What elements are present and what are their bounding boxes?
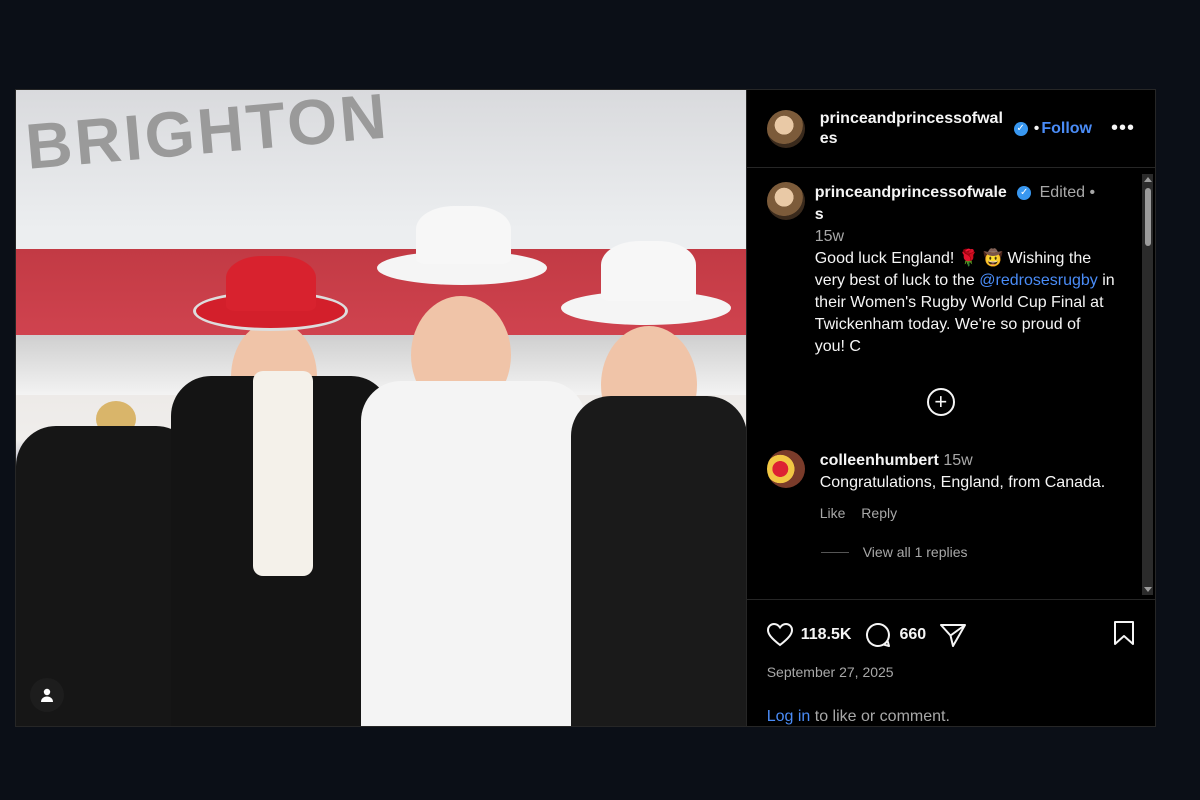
header-username[interactable]: princeandprincessofwales <box>820 110 1003 147</box>
caption-avatar[interactable] <box>766 182 805 220</box>
verified-badge-icon: ✓ <box>1013 121 1028 136</box>
scrollbar-thumb[interactable] <box>1145 188 1151 246</box>
comments-count: 660 <box>899 626 927 643</box>
avatar[interactable] <box>766 109 805 148</box>
post-header: princeandprincessofwales ✓ • Follow ••• <box>746 90 1155 168</box>
share-button[interactable] <box>940 623 974 647</box>
person-left <box>16 286 196 726</box>
comment-avatar[interactable] <box>766 450 805 488</box>
login-prompt: Log in to like or comment. <box>766 708 950 725</box>
comment-like-button[interactable]: Like <box>820 505 846 521</box>
view-replies-label: View all 1 replies <box>862 544 968 560</box>
replies-divider <box>820 551 849 553</box>
post-actions: 118.5K 660 <box>747 600 1155 670</box>
like-button[interactable]: 118.5K <box>766 623 852 647</box>
comment-icon <box>866 622 891 647</box>
load-more-comments-button[interactable]: + <box>926 388 955 416</box>
separator-dot: • <box>1033 119 1040 137</box>
more-options-icon[interactable]: ••• <box>1111 117 1135 140</box>
post-photo[interactable]: BRIGHTON <box>16 90 746 726</box>
scroll-down-icon[interactable] <box>1144 587 1152 592</box>
comment-item: colleenhumbert 15w Congratulations, Engl… <box>766 450 1115 524</box>
post-caption: princeandprincessofwales ✓ Edited • 15w … <box>766 182 1115 358</box>
caption-time: 15w <box>814 228 845 245</box>
likes-count: 118.5K <box>800 626 852 643</box>
comment-time: 15w <box>943 452 973 469</box>
login-link[interactable]: Log in <box>767 708 811 725</box>
person-right <box>561 231 746 726</box>
wall-sign-text: BRIGHTON <box>22 90 392 183</box>
person-red-hat <box>171 201 391 726</box>
comments-section[interactable]: princeandprincessofwales ✓ Edited • 15w … <box>746 168 1155 600</box>
user-icon <box>41 688 53 702</box>
mention-link[interactable]: @redrosesrugby <box>979 272 1098 289</box>
post-date: September 27, 2025 <box>766 664 894 680</box>
comment-text: Congratulations, England, from Canada. <box>819 474 1106 491</box>
verified-badge-icon: ✓ <box>1017 185 1032 200</box>
caption-username[interactable]: princeandprincessofwales <box>815 182 1009 226</box>
comments-scrollbar[interactable] <box>1142 174 1153 595</box>
send-icon <box>940 624 967 647</box>
caption-text: Good luck England! 🌹 🤠 Wishing the very … <box>814 250 1115 355</box>
heart-icon <box>766 623 793 647</box>
separator-dot: • <box>1089 184 1096 201</box>
plus-circle-icon: + <box>934 389 948 414</box>
post-side-panel: princeandprincessofwales ✓ • Follow ••• … <box>745 90 1155 726</box>
view-replies-button[interactable]: View all 1 replies <box>820 544 1115 560</box>
tagged-people-button[interactable] <box>30 678 64 712</box>
comment-reply-button[interactable]: Reply <box>861 505 897 521</box>
comment-button[interactable]: 660 <box>865 622 926 648</box>
edited-label: Edited <box>1039 184 1085 201</box>
follow-button[interactable]: Follow <box>1041 120 1092 138</box>
bookmark-icon <box>1114 620 1134 645</box>
comment-username[interactable]: colleenhumbert <box>820 452 939 469</box>
person-center <box>361 206 586 726</box>
instagram-post: BRIGHTON princeandprincessofwales ✓ • Fo… <box>15 89 1156 727</box>
scroll-up-icon[interactable] <box>1144 177 1152 182</box>
save-button[interactable] <box>1113 620 1135 651</box>
